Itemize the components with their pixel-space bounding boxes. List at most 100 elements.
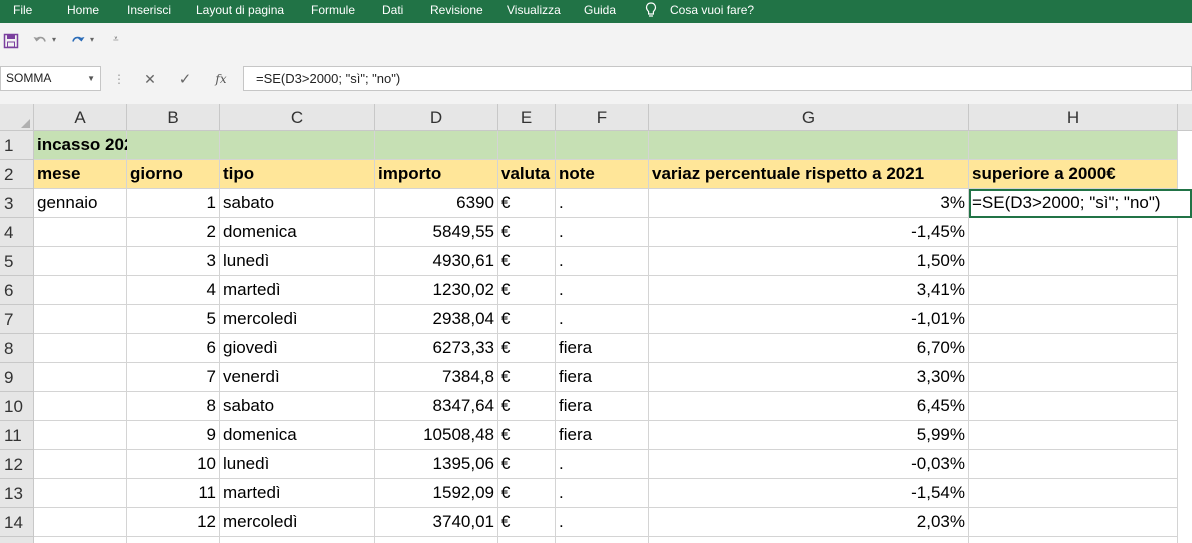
- cell-importo[interactable]: 1230,02: [375, 276, 498, 305]
- cell-empty[interactable]: [220, 537, 375, 543]
- formula-bar-grip[interactable]: ⋮: [113, 71, 125, 87]
- column-header-h[interactable]: H: [969, 104, 1178, 131]
- column-header-e[interactable]: E: [498, 104, 556, 131]
- cell-superiore[interactable]: [969, 363, 1178, 392]
- cancel-button[interactable]: ✕: [139, 68, 161, 90]
- cell-c1[interactable]: [220, 131, 375, 160]
- row-header-7[interactable]: 7: [0, 305, 34, 334]
- cell-superiore[interactable]: [969, 421, 1178, 450]
- cell-note[interactable]: .: [556, 508, 649, 537]
- cell-variaz[interactable]: 3,30%: [649, 363, 969, 392]
- cell-valuta[interactable]: €: [498, 421, 556, 450]
- row-header-1[interactable]: 1: [0, 131, 34, 160]
- cell-variaz[interactable]: 3,41%: [649, 276, 969, 305]
- row-header-6[interactable]: 6: [0, 276, 34, 305]
- cell-valuta[interactable]: €: [498, 189, 556, 218]
- cell-d1[interactable]: [375, 131, 498, 160]
- cell-giorno[interactable]: 10: [127, 450, 220, 479]
- menu-review[interactable]: Revisione: [430, 2, 483, 21]
- header-tipo[interactable]: tipo: [220, 160, 375, 189]
- cell-superiore[interactable]: [969, 479, 1178, 508]
- cell-mese[interactable]: gennaio: [34, 189, 127, 218]
- cell-tipo[interactable]: martedì: [220, 479, 375, 508]
- customize-qat-icon[interactable]: ⩡: [113, 34, 119, 45]
- cell-empty[interactable]: [649, 537, 969, 543]
- cell-tipo[interactable]: mercoledì: [220, 508, 375, 537]
- cell-tipo[interactable]: sabato: [220, 392, 375, 421]
- row-header-2[interactable]: 2: [0, 160, 34, 189]
- cell-mese[interactable]: [34, 218, 127, 247]
- header-giorno[interactable]: giorno: [127, 160, 220, 189]
- menu-help[interactable]: Guida: [584, 2, 616, 21]
- cell-empty[interactable]: [498, 537, 556, 543]
- cell-valuta[interactable]: €: [498, 450, 556, 479]
- header-importo[interactable]: importo: [375, 160, 498, 189]
- cell-note[interactable]: .: [556, 276, 649, 305]
- row-header-13[interactable]: 13: [0, 479, 34, 508]
- cell-note[interactable]: .: [556, 189, 649, 218]
- cell-superiore[interactable]: [969, 276, 1178, 305]
- cell-empty[interactable]: [556, 537, 649, 543]
- row-header-8[interactable]: 8: [0, 334, 34, 363]
- cell-importo[interactable]: 1592,09: [375, 479, 498, 508]
- cell-empty[interactable]: [969, 537, 1178, 543]
- cell-importo[interactable]: 3740,01: [375, 508, 498, 537]
- cell-variaz[interactable]: 6,70%: [649, 334, 969, 363]
- cell-valuta[interactable]: €: [498, 392, 556, 421]
- active-cell-h3-editing[interactable]: =SE(D3>2000; "sì"; "no"): [969, 189, 1192, 218]
- cell-importo[interactable]: 5849,55: [375, 218, 498, 247]
- undo-dropdown-icon[interactable]: ▾: [52, 35, 56, 44]
- column-header-c[interactable]: C: [220, 104, 375, 131]
- cell-tipo[interactable]: martedì: [220, 276, 375, 305]
- cell-giorno[interactable]: 9: [127, 421, 220, 450]
- cell-giorno[interactable]: 6: [127, 334, 220, 363]
- undo-button[interactable]: [30, 31, 50, 51]
- cell-mese[interactable]: [34, 421, 127, 450]
- menu-insert[interactable]: Inserisci: [127, 2, 171, 21]
- cell-giorno[interactable]: 2: [127, 218, 220, 247]
- cell-empty[interactable]: [375, 537, 498, 543]
- cell-importo[interactable]: 4930,61: [375, 247, 498, 276]
- cell-superiore[interactable]: [969, 218, 1178, 247]
- cell-valuta[interactable]: €: [498, 334, 556, 363]
- cell-mese[interactable]: [34, 276, 127, 305]
- row-header-15[interactable]: [0, 537, 34, 543]
- row-header-10[interactable]: 10: [0, 392, 34, 421]
- cell-importo[interactable]: 1395,06: [375, 450, 498, 479]
- cell-superiore[interactable]: [969, 305, 1178, 334]
- cell-f1[interactable]: [556, 131, 649, 160]
- cell-note[interactable]: .: [556, 479, 649, 508]
- redo-dropdown-icon[interactable]: ▾: [90, 35, 94, 44]
- cell-tipo[interactable]: domenica: [220, 218, 375, 247]
- cell-superiore[interactable]: [969, 450, 1178, 479]
- cell-tipo[interactable]: giovedì: [220, 334, 375, 363]
- cell-mese[interactable]: [34, 479, 127, 508]
- cell-note[interactable]: fiera: [556, 421, 649, 450]
- cell-giorno[interactable]: 1: [127, 189, 220, 218]
- cell-superiore[interactable]: [969, 247, 1178, 276]
- cell-giorno[interactable]: 3: [127, 247, 220, 276]
- cell-giorno[interactable]: 5: [127, 305, 220, 334]
- cell-giorno[interactable]: 12: [127, 508, 220, 537]
- cell-mese[interactable]: [34, 392, 127, 421]
- column-header-g[interactable]: G: [649, 104, 969, 131]
- menu-file[interactable]: File: [13, 2, 32, 21]
- cell-tipo[interactable]: mercoledì: [220, 305, 375, 334]
- menu-home[interactable]: Home: [67, 2, 99, 21]
- cell-note[interactable]: fiera: [556, 392, 649, 421]
- row-header-12[interactable]: 12: [0, 450, 34, 479]
- row-header-3[interactable]: 3: [0, 189, 34, 218]
- cell-importo[interactable]: 10508,48: [375, 421, 498, 450]
- cell-h1[interactable]: [969, 131, 1178, 160]
- cell-variaz[interactable]: 3%: [649, 189, 969, 218]
- cell-a1-title[interactable]: incasso 2022: [34, 131, 143, 160]
- cell-valuta[interactable]: €: [498, 276, 556, 305]
- insert-function-button[interactable]: fx: [210, 68, 232, 90]
- row-header-5[interactable]: 5: [0, 247, 34, 276]
- cell-note[interactable]: .: [556, 218, 649, 247]
- name-box[interactable]: SOMMA ▼: [0, 66, 101, 91]
- cell-tipo[interactable]: domenica: [220, 421, 375, 450]
- cell-importo[interactable]: 6390: [375, 189, 498, 218]
- cell-g1[interactable]: [649, 131, 969, 160]
- cell-tipo[interactable]: venerdì: [220, 363, 375, 392]
